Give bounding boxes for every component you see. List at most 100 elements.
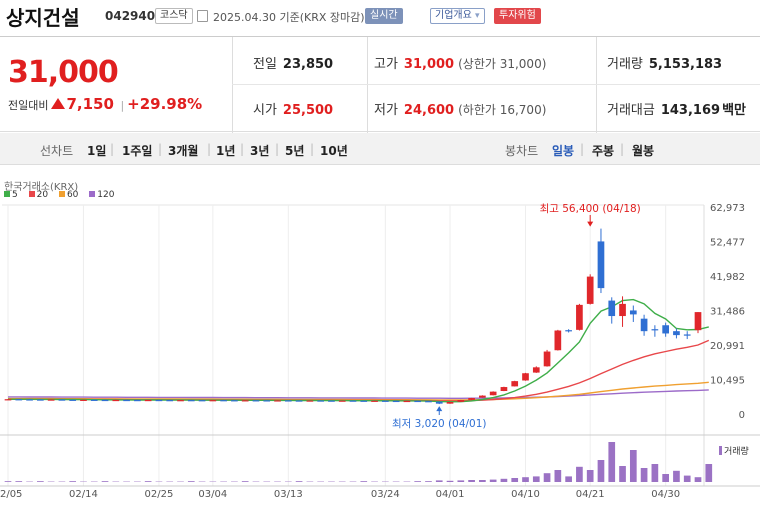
candle-body [274, 400, 281, 402]
volume-bar [468, 480, 475, 482]
volume-bar [694, 477, 702, 482]
candle-body [209, 400, 217, 402]
y-tick-label: 20,991 [710, 341, 745, 352]
volume-bar [69, 481, 77, 482]
volume-bar [241, 481, 249, 482]
candle-body [69, 399, 77, 401]
candle-body [112, 399, 120, 402]
candle-body [576, 304, 583, 330]
candle-body [123, 399, 130, 402]
volume-bar [543, 473, 551, 482]
candle-body [134, 399, 141, 402]
ma-line-5 [8, 298, 709, 403]
volume-bar [640, 468, 648, 482]
x-tick-label: 03/04 [198, 489, 227, 500]
y-tick-label: 31,486 [710, 307, 745, 318]
volume-bar [522, 477, 529, 482]
volume-bar [629, 450, 637, 482]
y-tick-label: 62,973 [710, 203, 745, 214]
candle-body [662, 325, 669, 334]
x-tick-label: 03/13 [274, 489, 303, 500]
y-tick-label: 41,982 [710, 272, 745, 283]
candle-body [155, 399, 163, 402]
x-tick-label: 02/25 [145, 489, 174, 500]
candle-body [295, 400, 303, 402]
candle-body [360, 400, 368, 402]
candle-body [371, 400, 378, 402]
price-chart[interactable]: 02/05 02/14 02/25 03/04 03/13 03/24 04/01 04/10… [0, 0, 760, 510]
candle-body [37, 399, 44, 401]
candle-body [252, 400, 260, 402]
x-tick-label: 02/05 [0, 489, 22, 500]
volume-bar [576, 466, 583, 482]
candle-body [640, 318, 648, 332]
candle-body [241, 400, 249, 402]
candle-body [4, 399, 12, 401]
candle-body [629, 310, 637, 315]
candle-body [328, 400, 335, 402]
candle-body [349, 400, 357, 402]
volume-bar [586, 470, 594, 482]
volume-bar [101, 481, 109, 482]
volume-bar [187, 481, 195, 482]
candle-body [338, 400, 346, 402]
volume-bar [511, 478, 519, 482]
candle-body [511, 381, 519, 387]
volume-bar [565, 476, 572, 482]
candle-body [284, 400, 292, 402]
y-tick-label: 0 [739, 410, 745, 421]
candle-body [651, 329, 659, 331]
volume-legend-swatch [719, 446, 722, 455]
volume-bar [662, 474, 669, 482]
volume-bar [532, 476, 540, 482]
candle-body [231, 400, 238, 402]
volume-bar [144, 481, 152, 482]
candle-body [619, 303, 626, 317]
volume-bar [705, 464, 713, 482]
max-arrow-icon [587, 221, 594, 227]
candle-body [177, 400, 184, 402]
volume-bar [651, 464, 659, 482]
candle-body [198, 400, 206, 402]
volume-legend-label: 거래량 [724, 445, 749, 457]
volume-bar [619, 466, 626, 482]
candle-body [26, 399, 33, 401]
volume-bar [295, 481, 303, 482]
candle-body [683, 334, 691, 336]
volume-bar [457, 480, 465, 482]
candle-body [80, 399, 87, 401]
candle-body [220, 400, 227, 402]
candle-body [586, 276, 594, 304]
volume-bar [597, 460, 605, 482]
x-tick-label: 04/01 [436, 489, 465, 500]
volume-bar [489, 479, 497, 482]
candle-body [608, 300, 616, 317]
candle-body [166, 400, 174, 402]
candle-body [263, 400, 271, 402]
candle-body [58, 399, 66, 401]
volume-bar [435, 480, 443, 482]
volume-bar [15, 481, 23, 482]
min-price-annotation: 최저 3,020 (04/01) [392, 418, 487, 430]
candle-body [425, 401, 432, 403]
x-tick-label: 03/24 [371, 489, 400, 500]
candle-body [479, 395, 486, 398]
candle-body [554, 330, 562, 351]
candle-body [597, 241, 605, 289]
x-tick-label: 02/14 [69, 489, 98, 500]
candle-body [90, 399, 98, 401]
volume-bar [446, 480, 454, 482]
volume-bar [608, 442, 616, 482]
candle-body [101, 399, 109, 402]
x-tick-label: 04/30 [651, 489, 680, 500]
candle-body [403, 400, 411, 403]
candle-body [446, 402, 454, 404]
candle-body [468, 398, 475, 400]
candle-body [435, 401, 443, 404]
candle-body [187, 400, 195, 402]
candle-body [15, 399, 23, 401]
y-tick-label: 52,477 [710, 238, 745, 249]
volume-bar [500, 478, 508, 482]
candle-body [392, 400, 400, 403]
candle-body [694, 312, 702, 331]
